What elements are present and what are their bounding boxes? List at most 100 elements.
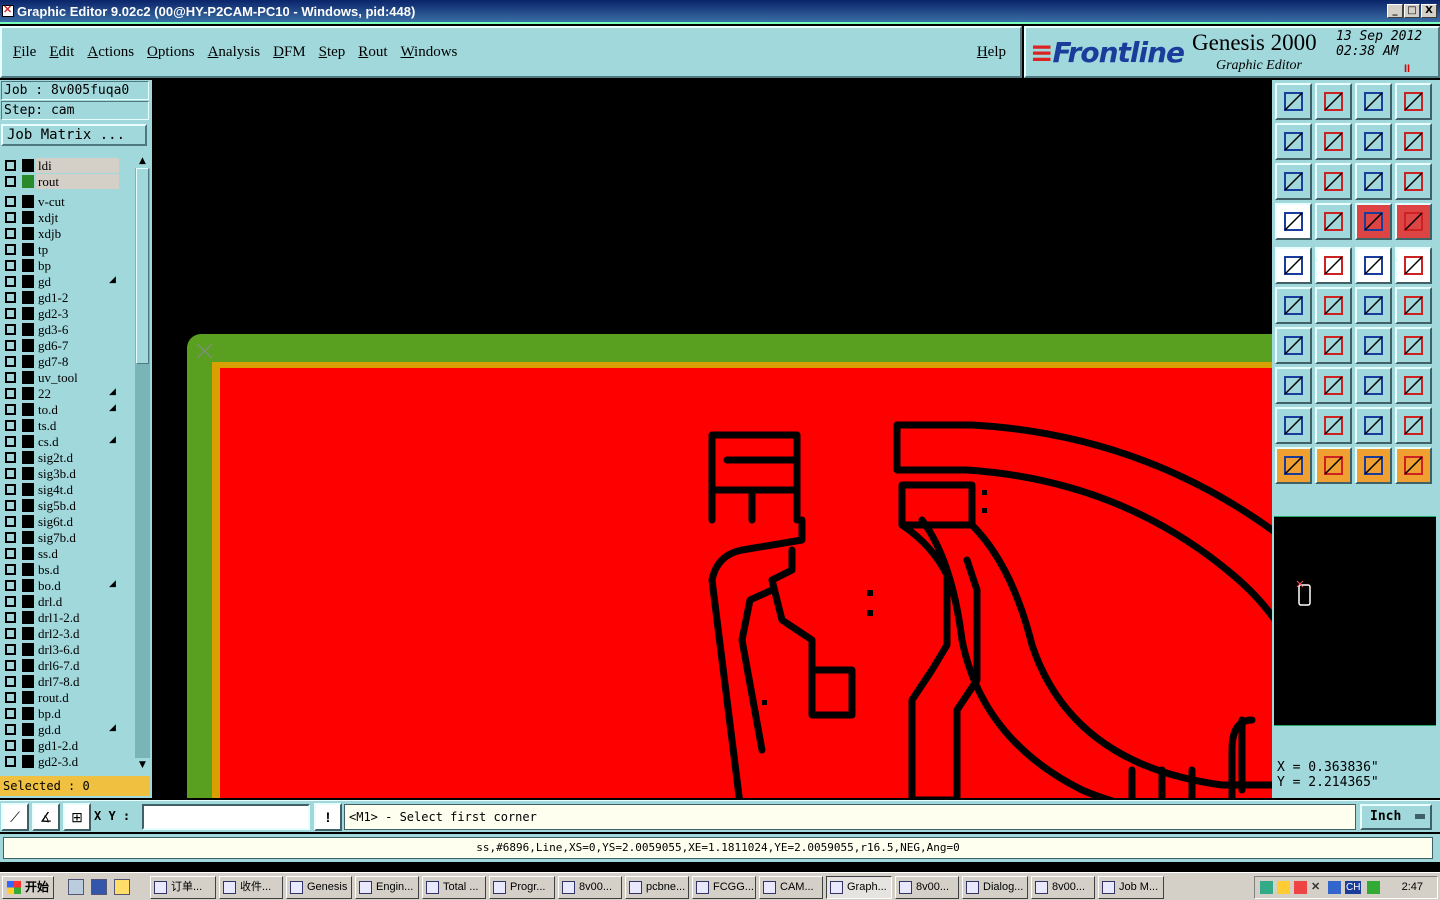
xy-input[interactable] xyxy=(142,804,310,830)
layer-row[interactable]: sig2t.d xyxy=(0,450,134,465)
tray-language[interactable]: CH xyxy=(1345,881,1362,894)
tray-x-icon[interactable]: ✕ xyxy=(1311,881,1324,894)
layer-name[interactable]: ts.d xyxy=(36,418,119,433)
layer-checkbox[interactable] xyxy=(5,468,16,479)
layer-checkbox[interactable] xyxy=(5,388,16,399)
layer-name[interactable]: gd2-3 xyxy=(36,306,119,321)
menu-actions[interactable]: Actions xyxy=(87,44,134,61)
layer-row[interactable]: drl6-7.d xyxy=(0,658,134,673)
layer-name[interactable]: sig4t.d xyxy=(36,482,119,497)
layer-name[interactable]: rout xyxy=(36,174,119,189)
taskbar-task[interactable]: Engin... xyxy=(355,876,419,899)
layer-name[interactable]: 22 xyxy=(36,386,119,401)
taskbar-task[interactable]: 8v00... xyxy=(558,876,622,899)
taskbar-task[interactable]: 收件... xyxy=(219,876,283,899)
layer-row[interactable]: drl2-3.d xyxy=(0,626,134,641)
layer-row[interactable]: xdjb xyxy=(0,226,134,241)
layer-name[interactable]: drl6-7.d xyxy=(36,658,119,673)
minimize-button[interactable]: _ xyxy=(1387,4,1403,18)
layer-name[interactable]: gd xyxy=(36,274,119,289)
layer-row[interactable]: rout xyxy=(0,174,134,189)
polygon-icon[interactable] xyxy=(1315,407,1352,444)
layer-name[interactable]: sig7b.d xyxy=(36,530,119,545)
grid-button[interactable]: ⊞ xyxy=(63,803,91,831)
arc-icon[interactable] xyxy=(1355,327,1392,364)
layer-row[interactable]: bo.d ◢ xyxy=(0,578,134,593)
layer-name[interactable]: drl7-8.d xyxy=(36,674,119,689)
layer-row[interactable]: ss.d xyxy=(0,546,134,561)
route-icon[interactable] xyxy=(1395,447,1432,484)
layer-row[interactable]: gd3-6 xyxy=(0,322,134,337)
layer-name[interactable]: drl2-3.d xyxy=(36,626,119,641)
grid-icon[interactable] xyxy=(1315,203,1352,240)
copy-icon[interactable] xyxy=(1395,367,1432,404)
menu-rout[interactable]: Rout xyxy=(358,44,387,61)
layer-name[interactable]: sig2t.d xyxy=(36,450,119,465)
taskbar-task[interactable]: Graph... xyxy=(826,876,892,899)
layer-row[interactable]: xdjt xyxy=(0,210,134,225)
start-button[interactable]: 开始 xyxy=(2,876,54,899)
layer-name[interactable]: to.d xyxy=(36,402,119,417)
layer-row[interactable]: gd1-2 xyxy=(0,290,134,305)
job-matrix-button[interactable]: Job Matrix ... xyxy=(1,124,147,146)
layer-name[interactable]: sig3b.d xyxy=(36,466,119,481)
layer-row[interactable]: 22 ◢ xyxy=(0,386,134,401)
layer-checkbox[interactable] xyxy=(5,756,16,767)
taskbar-task[interactable]: Job M... xyxy=(1098,876,1164,899)
layer-checkbox[interactable] xyxy=(5,324,16,335)
layer-checkbox[interactable] xyxy=(5,708,16,719)
tray-tool-icon[interactable] xyxy=(1294,881,1307,894)
layer-checkbox[interactable] xyxy=(5,724,16,735)
layer-checkbox[interactable] xyxy=(5,580,16,591)
layer-row[interactable]: sig7b.d xyxy=(0,530,134,545)
units-select[interactable]: Inch xyxy=(1360,804,1432,830)
layer-checkbox[interactable] xyxy=(5,676,16,687)
alert-icon[interactable]: ! xyxy=(314,803,342,831)
layer-name[interactable]: ss.d xyxy=(36,546,119,561)
layer-checkbox[interactable] xyxy=(5,160,16,171)
undo-icon[interactable] xyxy=(1355,123,1392,160)
pointer-circle-icon[interactable] xyxy=(1355,447,1392,484)
layer-row[interactable]: gd2-3.d xyxy=(0,754,134,769)
layer-row[interactable]: ts.d xyxy=(0,418,134,433)
layer-name[interactable]: gd.d xyxy=(36,722,119,737)
layer-checkbox[interactable] xyxy=(5,196,16,207)
layer-checkbox[interactable] xyxy=(5,436,16,447)
layer-checkbox[interactable] xyxy=(5,372,16,383)
connect-icon[interactable] xyxy=(1275,287,1312,324)
layer-name[interactable]: gd7-8 xyxy=(36,354,119,369)
angle-icon[interactable] xyxy=(1275,407,1312,444)
layer-checkbox[interactable] xyxy=(5,628,16,639)
scroll-up-icon[interactable]: ▲ xyxy=(135,154,150,168)
layer-checkbox[interactable] xyxy=(5,212,16,223)
scale-1-to-1-icon[interactable] xyxy=(1355,163,1392,200)
layer-row[interactable]: sig5b.d xyxy=(0,498,134,513)
menu-edit[interactable]: Edit xyxy=(49,44,74,61)
layer-name[interactable]: drl.d xyxy=(36,594,119,609)
pan-right-icon[interactable] xyxy=(1315,123,1352,160)
layer-name[interactable]: gd6-7 xyxy=(36,338,119,353)
tray-gear-icon[interactable] xyxy=(1328,881,1341,894)
taskbar-task[interactable]: FCGG... xyxy=(692,876,756,899)
fit-icon[interactable] xyxy=(1275,163,1312,200)
layer-name[interactable]: v-cut xyxy=(36,194,119,209)
layer-row[interactable]: gd1-2.d xyxy=(0,738,134,753)
triangle-icon[interactable] xyxy=(1355,407,1392,444)
layer-row[interactable]: uv_tool xyxy=(0,370,134,385)
layer-checkbox[interactable] xyxy=(5,692,16,703)
taskbar-task[interactable]: CAM... xyxy=(759,876,823,899)
taskbar-task[interactable]: Total ... xyxy=(422,876,486,899)
pad-add-icon[interactable] xyxy=(1275,367,1312,404)
layer-row[interactable]: v-cut xyxy=(0,194,134,209)
line-blue-icon[interactable] xyxy=(1315,327,1352,364)
layer-checkbox[interactable] xyxy=(5,612,16,623)
taskbar-task[interactable]: Dialog... xyxy=(962,876,1028,899)
close-button[interactable]: X xyxy=(1421,4,1437,18)
quicklaunch-media-icon[interactable] xyxy=(114,879,130,895)
swap-icon[interactable] xyxy=(1395,327,1432,364)
layer-row[interactable]: gd ◢ xyxy=(0,274,134,289)
layer-name[interactable]: bp xyxy=(36,258,119,273)
quicklaunch-ie-icon[interactable] xyxy=(91,879,107,895)
pad-icon[interactable] xyxy=(1395,247,1432,284)
window-titlebar[interactable]: Graphic Editor 9.02c2 (00@HY-P2CAM-PC10 … xyxy=(0,0,1440,24)
